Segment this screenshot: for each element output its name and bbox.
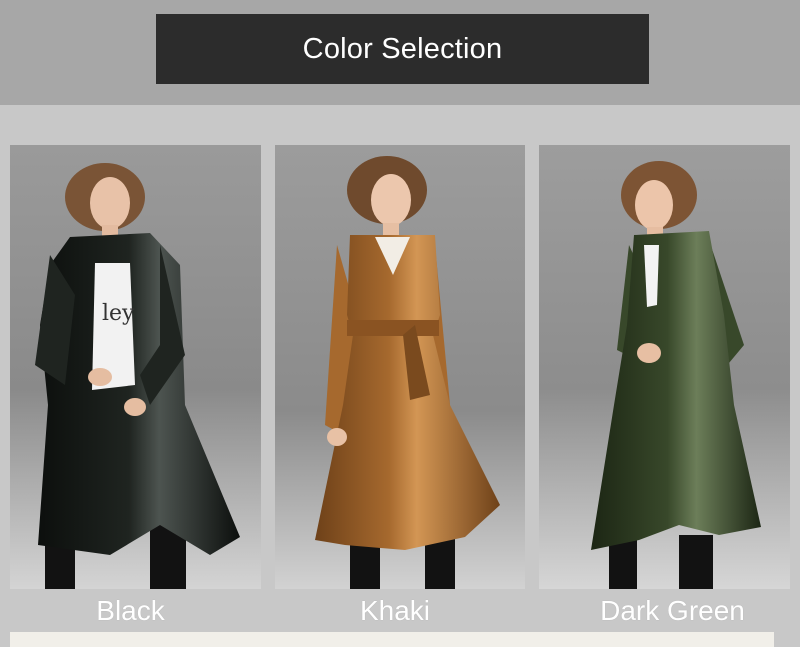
black-leather-coat-photo: ley (10, 145, 261, 589)
title-banner: Color Selection (156, 14, 649, 84)
dark-green-coat-photo[interactable] (539, 145, 790, 589)
color-label-khaki: Khaki (359, 595, 431, 626)
footer-strip (10, 632, 774, 647)
dark-green-leather-coat-photo (539, 145, 790, 589)
color-label-dark-green: Dark Green (600, 595, 745, 626)
svg-text:ley: ley (102, 301, 135, 326)
khaki-coat-photo[interactable] (275, 145, 525, 589)
page-title: Color Selection (302, 32, 503, 65)
khaki-leather-coat-photo (275, 145, 525, 589)
black-coat-photo[interactable]: ley (10, 145, 261, 589)
color-label-black: Black (96, 595, 165, 626)
